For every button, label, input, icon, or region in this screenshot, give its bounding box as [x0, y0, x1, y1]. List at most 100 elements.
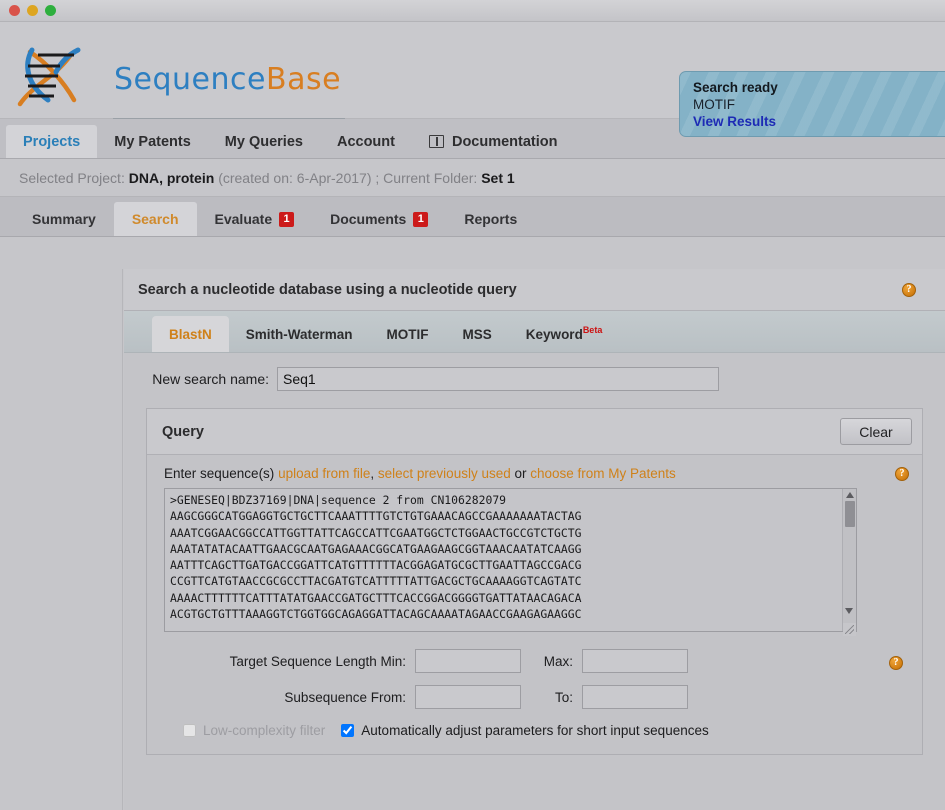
sequence-textarea[interactable]: >GENESEQ|BDZ37169|DNA|sequence 2 from CN…	[164, 488, 857, 632]
choose-from-my-patents-link[interactable]: choose from My Patents	[530, 466, 676, 481]
method-tab-motif[interactable]: MOTIF	[370, 316, 446, 352]
search-name-input[interactable]	[277, 367, 719, 391]
method-tab-label: BlastN	[169, 326, 212, 342]
target-min-input[interactable]	[415, 649, 521, 673]
logo-word-base: Base	[265, 62, 342, 97]
subtab-summary[interactable]: Summary	[14, 202, 114, 236]
method-tab-label: Smith-Waterman	[245, 326, 353, 342]
book-icon	[428, 135, 444, 148]
resize-grip-icon[interactable]	[843, 623, 856, 636]
site-banner: SequenceBase Search ready MOTIF View Res…	[0, 22, 945, 137]
subtab-label: Evaluate	[214, 211, 273, 227]
project-created-on: (created on: 6-Apr-2017) ;	[218, 169, 380, 186]
minimize-window-button[interactable]	[27, 5, 38, 16]
upload-from-file-link[interactable]: upload from file	[278, 466, 370, 481]
enter-sequence-prefix: Enter sequence(s)	[164, 466, 275, 481]
search-name-row: New search name:	[124, 367, 945, 391]
clear-button[interactable]: Clear	[840, 418, 912, 445]
auto-adjust-parameters-checkbox[interactable]	[341, 724, 355, 737]
subtab-reports[interactable]: Reports	[446, 202, 535, 236]
subtab-evaluate[interactable]: Evaluate 1	[197, 202, 313, 236]
subtab-label: Summary	[32, 211, 96, 227]
evaluate-count-badge: 1	[279, 211, 295, 227]
subsequence-from-input[interactable]	[415, 685, 521, 709]
target-length-row: Target Sequence Length Min: Max: ?	[164, 649, 909, 673]
content-area: Search a nucleotide database using a nuc…	[0, 269, 945, 810]
auto-adjust-parameters-label: Automatically adjust parameters for shor…	[361, 723, 709, 738]
help-icon-target-length[interactable]: ?	[889, 656, 903, 670]
project-name: DNA, protein	[128, 169, 215, 186]
nav-label: My Queries	[224, 133, 303, 150]
selected-project-label: Selected Project:	[19, 169, 125, 186]
window-title-bar	[0, 0, 945, 22]
view-results-link[interactable]: View Results	[693, 113, 945, 130]
query-header: Query Clear	[147, 409, 922, 455]
current-folder-label: Current Folder:	[383, 169, 478, 186]
nav-item-my-patents[interactable]: My Patents	[97, 125, 208, 158]
nav-label: Projects	[23, 133, 81, 150]
help-icon-target-length-wrap: ?	[889, 652, 909, 670]
nav-item-documentation[interactable]: Documentation	[412, 125, 575, 158]
subtab-label: Documents	[330, 211, 407, 227]
select-previously-used-link[interactable]: select previously used	[378, 466, 511, 481]
subtab-search[interactable]: Search	[113, 202, 197, 236]
search-status-box[interactable]: Search ready MOTIF View Results	[679, 71, 945, 137]
logo-wordmark: SequenceBase	[114, 65, 341, 95]
method-tab-smith-waterman[interactable]: Smith-Waterman	[229, 316, 370, 352]
method-tab-label: MOTIF	[386, 326, 429, 342]
site-logo[interactable]: SequenceBase	[12, 46, 341, 108]
project-subtabs: Summary Search Evaluate 1 Documents 1 Re…	[0, 197, 945, 237]
nav-item-account[interactable]: Account	[320, 125, 412, 158]
nav-item-projects[interactable]: Projects	[6, 125, 98, 158]
beta-superscript: Beta	[582, 325, 603, 335]
logo-underline	[113, 118, 345, 119]
low-complexity-filter-label: Low-complexity filter	[203, 723, 326, 738]
status-search-type: MOTIF	[693, 97, 735, 112]
search-panel-header: Search a nucleotide database using a nuc…	[124, 269, 945, 311]
subsequence-to-input[interactable]	[582, 685, 688, 709]
nav-label: My Patents	[114, 133, 191, 150]
search-panel: Search a nucleotide database using a nuc…	[124, 269, 945, 810]
scroll-down-arrow-icon[interactable]	[845, 608, 853, 614]
enter-sequence-line: Enter sequence(s) upload from file, sele…	[164, 466, 909, 481]
method-tab-label: MSS	[462, 326, 492, 342]
target-min-label: Target Sequence Length Min:	[229, 653, 406, 669]
scroll-up-arrow-icon[interactable]	[845, 492, 854, 498]
filter-options-row: Low-complexity filter Automatically adju…	[164, 723, 909, 738]
enter-sequence-text: Enter sequence(s) upload from file, sele…	[164, 466, 676, 481]
dna-helix-icon	[17, 47, 81, 107]
help-icon-panel[interactable]: ?	[902, 283, 916, 297]
search-form: New search name: Query Clear Enter seque…	[124, 353, 945, 755]
nav-item-my-queries[interactable]: My Queries	[208, 125, 320, 158]
query-body: Enter sequence(s) upload from file, sele…	[147, 455, 922, 754]
zoom-window-button[interactable]	[45, 5, 56, 16]
method-tab-blastn[interactable]: BlastN	[152, 316, 229, 352]
subsequence-row: Subsequence From: To:	[164, 685, 909, 709]
method-tab-keyword[interactable]: Keyword Beta	[509, 316, 620, 352]
current-folder-name: Set 1	[481, 169, 515, 186]
or-separator: or	[510, 466, 531, 481]
search-method-tabs: BlastN Smith-Waterman MOTIF MSS Keyword B…	[124, 311, 945, 353]
app-window: SequenceBase Search ready MOTIF View Res…	[0, 0, 945, 810]
target-max-input[interactable]	[582, 649, 688, 673]
documents-count-badge: 1	[413, 211, 429, 227]
subsequence-to-label: To:	[554, 689, 573, 705]
search-name-label: New search name:	[152, 371, 269, 387]
scrollbar-thumb[interactable]	[844, 501, 855, 527]
low-complexity-filter-checkbox[interactable]	[183, 724, 196, 737]
close-window-button[interactable]	[9, 5, 20, 16]
status-headline: Search ready	[693, 80, 778, 95]
subtab-label: Reports	[464, 211, 518, 227]
subtab-label: Search	[131, 211, 179, 227]
query-footer-spacer	[164, 738, 909, 754]
method-tab-mss[interactable]: MSS	[446, 316, 509, 352]
help-icon-sequence[interactable]: ?	[895, 466, 909, 481]
query-title: Query	[162, 423, 204, 440]
subtab-documents[interactable]: Documents 1	[312, 202, 446, 236]
sequence-input-wrapper: >GENESEQ|BDZ37169|DNA|sequence 2 from CN…	[164, 488, 857, 637]
left-rail	[0, 269, 123, 810]
logo-word-sequence: Sequence	[114, 62, 266, 97]
project-context-bar: Selected Project: DNA, protein (created …	[0, 159, 945, 197]
target-max-label: Max:	[543, 653, 573, 669]
nav-label: Documentation	[451, 133, 558, 150]
